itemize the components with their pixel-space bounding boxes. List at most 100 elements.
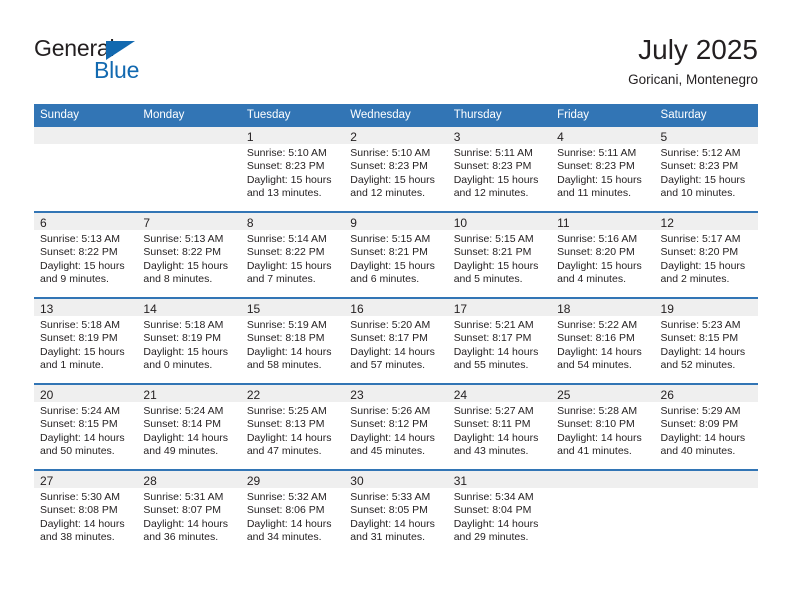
day-number: 3 (453, 130, 461, 144)
daylight-text-line1: Daylight: 15 hours (246, 259, 332, 272)
daylight-text-line1: Daylight: 15 hours (350, 173, 435, 186)
day-number-band: 11 (551, 213, 655, 230)
sunset-text: Sunset: 8:21 PM (453, 246, 532, 259)
sunrise-text: Sunrise: 5:22 AM (557, 319, 638, 331)
calendar-day-cell[interactable]: 29 Sunrise: 5:32 AM Sunset: 8:06 PM Dayligh… (240, 469, 345, 555)
calendar-day-cell[interactable]: 9 Sunrise: 5:15 AM Sunset: 8:21 PM Daylight… (344, 211, 448, 298)
day-cell-inner: 15 Sunrise: 5:19 AM Sunset: 8:18 PM Dayligh… (240, 299, 345, 383)
daylight-text-line2: and 5 minutes. (453, 273, 523, 286)
day-cell-inner: 10 Sunrise: 5:15 AM Sunset: 8:21 PM Dayligh… (447, 213, 552, 297)
day-cell-inner (34, 127, 138, 211)
calendar-day-cell[interactable]: 24 Sunrise: 5:27 AM Sunset: 8:11 PM Dayligh… (447, 383, 552, 470)
sunrise-text: Sunrise: 5:29 AM (660, 405, 741, 417)
calendar-day-cell[interactable]: 14 Sunrise: 5:18 AM Sunset: 8:19 PM Dayligh… (137, 297, 241, 384)
calendar-page: General Blue July 2025 Goricani, Montene… (0, 0, 792, 612)
calendar-day-cell[interactable]: 20 Sunrise: 5:24 AM Sunset: 8:15 PM Dayligh… (34, 383, 138, 470)
day-cell-details: Sunrise: 5:16 AM Sunset: 8:20 PM Daylight:… (551, 230, 654, 287)
calendar-day-cell[interactable]: 30 Sunrise: 5:33 AM Sunset: 8:05 PM Dayligh… (344, 469, 448, 555)
logo-text-blue: Blue (94, 57, 140, 83)
day-cell-details: Sunrise: 5:28 AM Sunset: 8:10 PM Daylight:… (551, 402, 654, 459)
calendar-day-cell[interactable]: 18 Sunrise: 5:22 AM Sunset: 8:16 PM Dayligh… (551, 297, 655, 384)
sunset-text: Sunset: 8:11 PM (453, 418, 531, 431)
calendar-day-cell[interactable]: 13 Sunrise: 5:18 AM Sunset: 8:19 PM Dayligh… (34, 297, 138, 384)
calendar-day-cell[interactable]: 1 Sunrise: 5:10 AM Sunset: 8:23 PM Daylight… (240, 127, 345, 212)
day-cell-details: Sunrise: 5:17 AM Sunset: 8:20 PM Daylight:… (655, 230, 758, 287)
day-number-band: 19 (654, 299, 758, 316)
daylight-text-line2: and 6 minutes. (350, 273, 420, 286)
daylight-text-line1: Daylight: 14 hours (40, 517, 125, 530)
day-number: 16 (350, 302, 364, 316)
daylight-text-line2: and 45 minutes. (350, 445, 425, 458)
sunset-text: Sunset: 8:04 PM (453, 504, 532, 517)
calendar-day-cell[interactable]: 15 Sunrise: 5:19 AM Sunset: 8:18 PM Dayligh… (240, 297, 345, 384)
calendar-day-cell[interactable]: 26 Sunrise: 5:29 AM Sunset: 8:09 PM Dayligh… (654, 383, 758, 470)
sunset-text: Sunset: 8:09 PM (660, 418, 739, 431)
calendar-day-cell[interactable]: 2 Sunrise: 5:10 AM Sunset: 8:23 PM Daylight… (344, 127, 448, 212)
calendar-day-cell[interactable]: 3 Sunrise: 5:11 AM Sunset: 8:23 PM Daylight… (447, 127, 552, 212)
daylight-text-line2: and 4 minutes. (557, 273, 626, 286)
day-number: 25 (557, 388, 571, 402)
sunrise-text: Sunrise: 5:10 AM (350, 147, 431, 159)
daylight-text-line2: and 13 minutes. (246, 187, 322, 200)
day-number-band: 20 (34, 385, 138, 402)
daylight-text-line2: and 10 minutes. (660, 187, 736, 200)
calendar-day-cell[interactable]: 10 Sunrise: 5:15 AM Sunset: 8:21 PM Dayligh… (447, 211, 552, 298)
calendar-day-cell[interactable]: 25 Sunrise: 5:28 AM Sunset: 8:10 PM Dayligh… (551, 383, 655, 470)
day-cell-inner: 23 Sunrise: 5:26 AM Sunset: 8:12 PM Dayligh… (344, 385, 448, 469)
calendar-day-cell[interactable]: 11 Sunrise: 5:16 AM Sunset: 8:20 PM Dayligh… (551, 211, 655, 298)
sunrise-text: Sunrise: 5:28 AM (557, 405, 638, 417)
daylight-text-line1: Daylight: 15 hours (660, 259, 746, 272)
day-cell-details: Sunrise: 5:12 AM Sunset: 8:23 PM Daylight:… (655, 144, 758, 201)
calendar-day-cell[interactable]: 21 Sunrise: 5:24 AM Sunset: 8:14 PM Dayligh… (137, 383, 241, 470)
calendar-day-cell[interactable]: 5 Sunrise: 5:12 AM Sunset: 8:23 PM Daylight… (654, 127, 758, 212)
sunset-text: Sunset: 8:22 PM (246, 246, 325, 259)
calendar-day-cell[interactable]: 4 Sunrise: 5:11 AM Sunset: 8:23 PM Daylight… (551, 127, 655, 212)
sunset-text: Sunset: 8:12 PM (350, 418, 428, 431)
day-cell-inner: 4 Sunrise: 5:11 AM Sunset: 8:23 PM Daylight… (551, 127, 655, 211)
daylight-text-line2: and 58 minutes. (246, 359, 322, 372)
day-cell-details: Sunrise: 5:34 AM Sunset: 8:04 PM Daylight:… (448, 488, 551, 545)
calendar-day-cell[interactable]: 31 Sunrise: 5:34 AM Sunset: 8:04 PM Dayligh… (447, 469, 552, 555)
calendar-day-cell[interactable]: 28 Sunrise: 5:31 AM Sunset: 8:07 PM Dayligh… (137, 469, 241, 555)
sunrise-text: Sunrise: 5:25 AM (246, 405, 327, 417)
calendar-day-cell[interactable]: 16 Sunrise: 5:20 AM Sunset: 8:17 PM Dayligh… (344, 297, 448, 384)
day-cell-details: Sunrise: 5:20 AM Sunset: 8:17 PM Daylight:… (344, 316, 447, 373)
calendar-day-cell[interactable]: 6 Sunrise: 5:13 AM Sunset: 8:22 PM Daylight… (34, 211, 138, 298)
calendar-day-cell[interactable]: 8 Sunrise: 5:14 AM Sunset: 8:22 PM Daylight… (240, 211, 345, 298)
calendar-day-cell[interactable]: 22 Sunrise: 5:25 AM Sunset: 8:13 PM Dayligh… (240, 383, 345, 470)
day-number-band: 13 (34, 299, 138, 316)
day-cell-inner (137, 127, 241, 211)
day-number: 29 (246, 474, 261, 488)
day-number-band: 17 (447, 299, 552, 316)
day-number: 12 (660, 216, 674, 230)
daylight-text-line1: Daylight: 14 hours (143, 431, 229, 444)
day-cell-details: Sunrise: 5:29 AM Sunset: 8:09 PM Daylight:… (655, 402, 758, 459)
page-title: July 2025 (638, 34, 758, 65)
sunset-text: Sunset: 8:23 PM (660, 160, 739, 173)
day-number: 1 (246, 130, 254, 144)
day-cell-inner: 30 Sunrise: 5:33 AM Sunset: 8:05 PM Dayligh… (344, 471, 448, 555)
day-cell-inner: 12 Sunrise: 5:17 AM Sunset: 8:20 PM Dayligh… (654, 213, 758, 297)
daylight-text-line1: Daylight: 14 hours (557, 345, 642, 358)
day-number-band (654, 471, 758, 488)
day-cell-details: Sunrise: 5:27 AM Sunset: 8:11 PM Daylight:… (448, 402, 551, 459)
calendar-day-cell[interactable]: 17 Sunrise: 5:21 AM Sunset: 8:17 PM Dayligh… (447, 297, 552, 384)
day-cell-inner: 27 Sunrise: 5:30 AM Sunset: 8:08 PM Dayligh… (34, 471, 138, 555)
day-number-band: 15 (240, 299, 345, 316)
daylight-text-line2: and 40 minutes. (660, 445, 736, 458)
calendar-day-cell[interactable]: 7 Sunrise: 5:13 AM Sunset: 8:22 PM Daylight… (137, 211, 241, 298)
daylight-text-line2: and 2 minutes. (660, 273, 730, 286)
daylight-text-line1: Daylight: 15 hours (246, 173, 332, 186)
sunrise-text: Sunrise: 5:16 AM (557, 233, 638, 245)
calendar-day-cell[interactable]: 19 Sunrise: 5:23 AM Sunset: 8:15 PM Dayligh… (654, 297, 758, 384)
sunrise-text: Sunrise: 5:13 AM (40, 233, 120, 245)
sunset-text: Sunset: 8:23 PM (246, 160, 325, 173)
weekday-header-wednesday: Wednesday (344, 104, 448, 127)
daylight-text-line2: and 7 minutes. (246, 273, 316, 286)
calendar-day-cell[interactable]: 27 Sunrise: 5:30 AM Sunset: 8:08 PM Dayligh… (34, 469, 138, 555)
day-cell-inner: 14 Sunrise: 5:18 AM Sunset: 8:19 PM Dayligh… (137, 299, 241, 383)
day-number-band: 24 (447, 385, 552, 402)
sunset-text: Sunset: 8:23 PM (453, 160, 532, 173)
calendar-day-cell[interactable]: 12 Sunrise: 5:17 AM Sunset: 8:20 PM Dayligh… (654, 211, 758, 298)
calendar-day-cell[interactable]: 23 Sunrise: 5:26 AM Sunset: 8:12 PM Dayligh… (344, 383, 448, 470)
